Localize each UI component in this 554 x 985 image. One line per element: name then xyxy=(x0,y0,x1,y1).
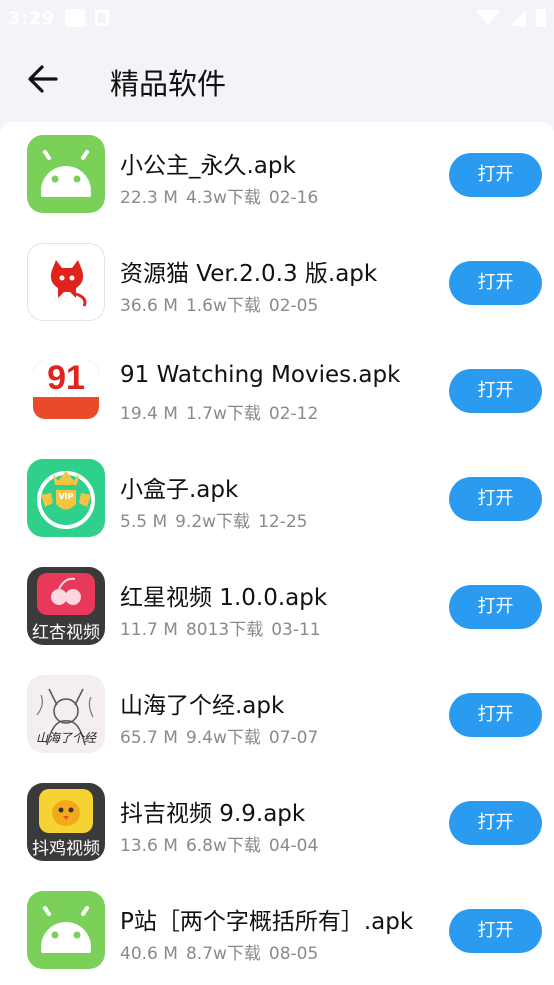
arrow-left-icon[interactable] xyxy=(26,62,60,96)
icon-caption: 红杏视频 xyxy=(32,623,100,643)
cherry-icon: 红杏视频 xyxy=(27,567,105,645)
list-item[interactable]: 资源猫 Ver.2.0.3 版.apk 36.6 M 1.6w下载 02-05 打开 xyxy=(0,230,554,338)
vip-crown-icon: VIP xyxy=(27,459,105,537)
app-meta: 65.7 M 9.4w下载 07-07 xyxy=(120,723,326,748)
app-name: 小盒子.apk xyxy=(120,477,239,503)
app-downloads: 9.4w下载 xyxy=(185,728,261,748)
app-name: 资源猫 Ver.2.0.3 版.apk xyxy=(120,261,378,287)
app-date: 03-11 xyxy=(271,620,321,640)
android-icon xyxy=(27,135,105,213)
list-item[interactable]: 抖鸡视频 抖吉视频 9.9.apk 13.6 M 6.8w下载 04-04 打开 xyxy=(0,770,554,878)
app-meta: 11.7 M 8013下载 03-11 xyxy=(120,615,329,640)
open-button[interactable]: 打开 xyxy=(449,585,542,629)
app-name: 小公主_永久.apk xyxy=(120,153,296,179)
icon-caption: 山海了个经 xyxy=(35,731,96,745)
app-downloads: 8013下载 xyxy=(185,620,264,640)
app-size: 13.6 M xyxy=(120,836,178,856)
app-size: 65.7 M xyxy=(120,728,178,748)
app-name: P站［两个字概括所有］.apk xyxy=(120,909,414,935)
app-name: 红星视频 1.0.0.apk xyxy=(120,585,328,611)
notification-icon xyxy=(64,9,85,27)
app-meta: 22.3 M 4.3w下载 02-16 xyxy=(120,183,326,208)
app-meta: 5.5 M 9.2w下载 12-25 xyxy=(120,507,315,532)
vip-label: VIP xyxy=(58,492,74,501)
list-item[interactable]: 山海了个经 山海了个经.apk 65.7 M 9.4w下载 07-07 打开 xyxy=(0,662,554,770)
app-size: 5.5 M xyxy=(120,512,168,532)
app-date: 02-16 xyxy=(268,188,319,208)
signal-icon xyxy=(510,10,526,26)
app-downloads: 6.8w下载 xyxy=(185,836,261,856)
open-button[interactable]: 打开 xyxy=(449,369,542,413)
app-downloads: 1.6w下载 xyxy=(185,296,261,316)
list-item[interactable]: 91 91 Watching Movies.apk 19.4 M 1.7w下载 02… xyxy=(0,338,554,446)
app-date: 08-05 xyxy=(268,944,319,964)
91-logo-icon: 91 xyxy=(27,351,105,429)
open-button[interactable]: 打开 xyxy=(449,909,542,953)
app-size: 11.7 M xyxy=(120,620,178,640)
91-logo-text: 91 xyxy=(47,359,85,397)
app-date: 04-04 xyxy=(268,836,319,856)
app-meta: 36.6 M 1.6w下载 02-05 xyxy=(120,291,326,316)
open-button[interactable]: 打开 xyxy=(449,153,542,197)
status-time: 3:29 xyxy=(8,7,55,29)
app-list: 小公主_永久.apk 22.3 M 4.3w下载 02-16 打开 资源猫 Ver.… xyxy=(0,122,554,985)
open-button[interactable]: 打开 xyxy=(449,261,542,305)
app-size: 40.6 M xyxy=(120,944,178,964)
cat-logo-icon xyxy=(27,243,105,321)
list-item[interactable]: P站［两个字概括所有］.apk 40.6 M 8.7w下载 08-05 打开 xyxy=(0,878,554,985)
app-downloads: 8.7w下载 xyxy=(185,944,261,964)
list-item[interactable]: 小公主_永久.apk 22.3 M 4.3w下载 02-16 打开 xyxy=(0,122,554,230)
app-name: 山海了个经.apk xyxy=(120,693,285,719)
app-size: 22.3 M xyxy=(120,188,178,208)
list-item[interactable]: 红杏视频 红星视频 1.0.0.apk 11.7 M 8013下载 03-11 打开 xyxy=(0,554,554,662)
sim-icon xyxy=(94,10,109,26)
app-meta: 40.6 M 8.7w下载 08-05 xyxy=(120,939,326,964)
app-date: 07-07 xyxy=(268,728,319,748)
app-date: 12-25 xyxy=(258,512,308,532)
app-downloads: 9.2w下载 xyxy=(175,512,251,532)
app-date: 02-12 xyxy=(268,404,319,424)
open-button[interactable]: 打开 xyxy=(449,477,542,521)
list-item[interactable]: VIP 小盒子.apk 5.5 M 9.2w下载 12-25 打开 xyxy=(0,446,554,554)
android-icon xyxy=(27,891,105,969)
status-bar: 3:29 xyxy=(0,0,554,36)
app-name: 抖吉视频 9.9.apk xyxy=(120,801,306,827)
app-bar: 精品软件 xyxy=(0,36,554,122)
app-meta: 19.4 M 1.7w下载 02-12 xyxy=(120,399,326,424)
app-meta: 13.6 M 6.8w下载 04-04 xyxy=(120,831,326,856)
wifi-icon xyxy=(476,10,500,26)
icon-caption: 抖鸡视频 xyxy=(32,839,100,859)
app-size: 36.6 M xyxy=(120,296,178,316)
app-downloads: 4.3w下载 xyxy=(185,188,261,208)
open-button[interactable]: 打开 xyxy=(449,801,542,845)
chick-icon: 抖鸡视频 xyxy=(27,783,105,861)
app-size: 19.4 M xyxy=(120,404,178,424)
app-downloads: 1.7w下载 xyxy=(185,404,261,424)
battery-icon xyxy=(536,9,546,27)
open-button[interactable]: 打开 xyxy=(449,693,542,737)
sketch-girl-icon: 山海了个经 xyxy=(27,675,105,753)
app-name: 91 Watching Movies.apk xyxy=(120,362,401,388)
app-date: 02-05 xyxy=(268,296,319,316)
page-title: 精品软件 xyxy=(110,67,227,101)
